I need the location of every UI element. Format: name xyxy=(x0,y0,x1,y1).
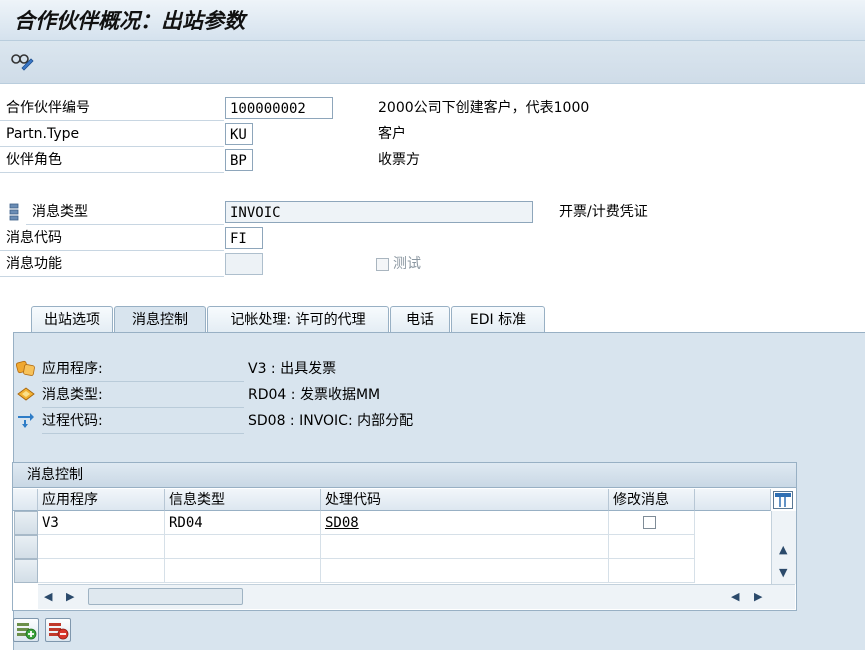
scroll-right-end-icon[interactable]: ▶ xyxy=(754,591,762,603)
window-title: 合作伙伴概况：出站参数 xyxy=(14,8,245,33)
table-cell-output-type[interactable]: RD04 xyxy=(165,511,321,535)
test-checkbox[interactable] xyxy=(376,258,389,271)
application-icon xyxy=(15,359,36,377)
row-selector[interactable] xyxy=(14,535,38,559)
vertical-scrollbar[interactable]: ▲ ▼ xyxy=(771,511,796,584)
scroll-left-end-icon[interactable]: ◀ xyxy=(731,591,739,603)
tab-message-control[interactable]: 消息控制 xyxy=(114,306,206,333)
table-cell-empty[interactable] xyxy=(165,535,321,559)
table-cell-empty[interactable] xyxy=(38,559,165,583)
table-cell-process-code[interactable]: SD08 xyxy=(321,511,609,535)
table-cell-application[interactable]: V3 xyxy=(38,511,165,535)
scroll-right-icon[interactable]: ▶ xyxy=(66,591,74,603)
row-selector[interactable] xyxy=(14,511,38,535)
scroll-up-icon[interactable]: ▲ xyxy=(779,544,787,556)
title-bar: 合作伙伴概况：出站参数 xyxy=(0,0,865,41)
partner-role-label: 伙伴角色 xyxy=(0,148,224,173)
process-code-value: SD08 : INVOIC: 内部分配 xyxy=(248,413,414,429)
select-all-header[interactable] xyxy=(13,489,38,511)
tab-outbound-options[interactable]: 出站选项 xyxy=(31,306,113,332)
column-header-process-code[interactable]: 处理代码 xyxy=(321,489,609,511)
tab-edi-standard[interactable]: EDI 标准 xyxy=(451,306,545,332)
message-type-field[interactable]: INVOIC xyxy=(225,201,533,223)
hierarchy-icon xyxy=(8,203,22,221)
column-header-change-message[interactable]: 修改消息 xyxy=(609,489,695,511)
horizontal-scrollbar[interactable]: ◀ ▶ ◀ ▶ xyxy=(38,584,795,609)
change-message-checkbox[interactable] xyxy=(643,516,656,529)
scroll-thumb[interactable] xyxy=(88,588,243,605)
message-type-desc: 开票/计费凭证 xyxy=(559,204,648,220)
table-cell-empty[interactable] xyxy=(38,535,165,559)
process-code-icon xyxy=(16,411,36,429)
scroll-down-icon[interactable]: ▼ xyxy=(779,567,787,579)
table-cell-empty[interactable] xyxy=(321,535,609,559)
message-function-field[interactable] xyxy=(225,253,263,275)
table-cell-change-message xyxy=(609,511,695,535)
table-settings-icon[interactable] xyxy=(773,491,793,509)
table-cell-empty[interactable] xyxy=(609,535,695,559)
message-code-label: 消息代码 xyxy=(0,226,224,251)
application-label: 应用程序: xyxy=(42,357,244,382)
table-cell-empty[interactable] xyxy=(609,559,695,583)
column-header-spacer xyxy=(695,489,771,511)
application-value: V3 : 出具发票 xyxy=(248,361,337,377)
partner-type-field[interactable]: KU xyxy=(225,123,253,145)
partner-type-label: Partn.Type xyxy=(0,122,224,147)
partner-type-desc: 客户 xyxy=(378,126,406,142)
partner-no-field[interactable]: 100000002 xyxy=(225,97,333,119)
delete-row-button[interactable] xyxy=(45,618,71,642)
row-selector[interactable] xyxy=(14,559,38,583)
partner-no-desc: 2000公司下创建客户，代表1000 xyxy=(378,100,590,116)
partner-role-desc: 收票方 xyxy=(378,152,420,168)
output-type-value: RD04 : 发票收据MM xyxy=(248,387,381,403)
column-header-application[interactable]: 应用程序 xyxy=(38,489,165,511)
toolbar xyxy=(0,41,865,84)
tab-posting-agents[interactable]: 记帐处理: 许可的代理 xyxy=(207,306,389,332)
insert-row-button[interactable] xyxy=(13,618,39,642)
message-function-label: 消息功能 xyxy=(0,252,224,277)
partner-no-label: 合作伙伴编号 xyxy=(0,96,224,121)
output-type-label: 消息类型: xyxy=(42,383,244,408)
message-control-table: 消息控制 应用程序 信息类型 处理代码 修改消息 V3 RD04 SD08 ▲ … xyxy=(12,462,797,611)
insert-row-icon xyxy=(17,623,37,640)
delete-row-icon xyxy=(49,623,69,640)
table-caption: 消息控制 xyxy=(13,463,796,488)
scroll-left-icon[interactable]: ◀ xyxy=(44,591,52,603)
test-label: 测试 xyxy=(393,256,421,272)
display-change-icon[interactable] xyxy=(10,51,34,71)
message-type-label: 消息类型 xyxy=(26,200,224,225)
process-code-label: 过程代码: xyxy=(42,409,244,434)
partner-role-field[interactable]: BP xyxy=(225,149,253,171)
message-code-field[interactable]: FI xyxy=(225,227,263,249)
table-cell-empty[interactable] xyxy=(321,559,609,583)
column-header-output-type[interactable]: 信息类型 xyxy=(165,489,321,511)
tab-telephone[interactable]: 电话 xyxy=(390,306,450,332)
output-type-icon xyxy=(16,385,36,403)
table-cell-empty[interactable] xyxy=(165,559,321,583)
